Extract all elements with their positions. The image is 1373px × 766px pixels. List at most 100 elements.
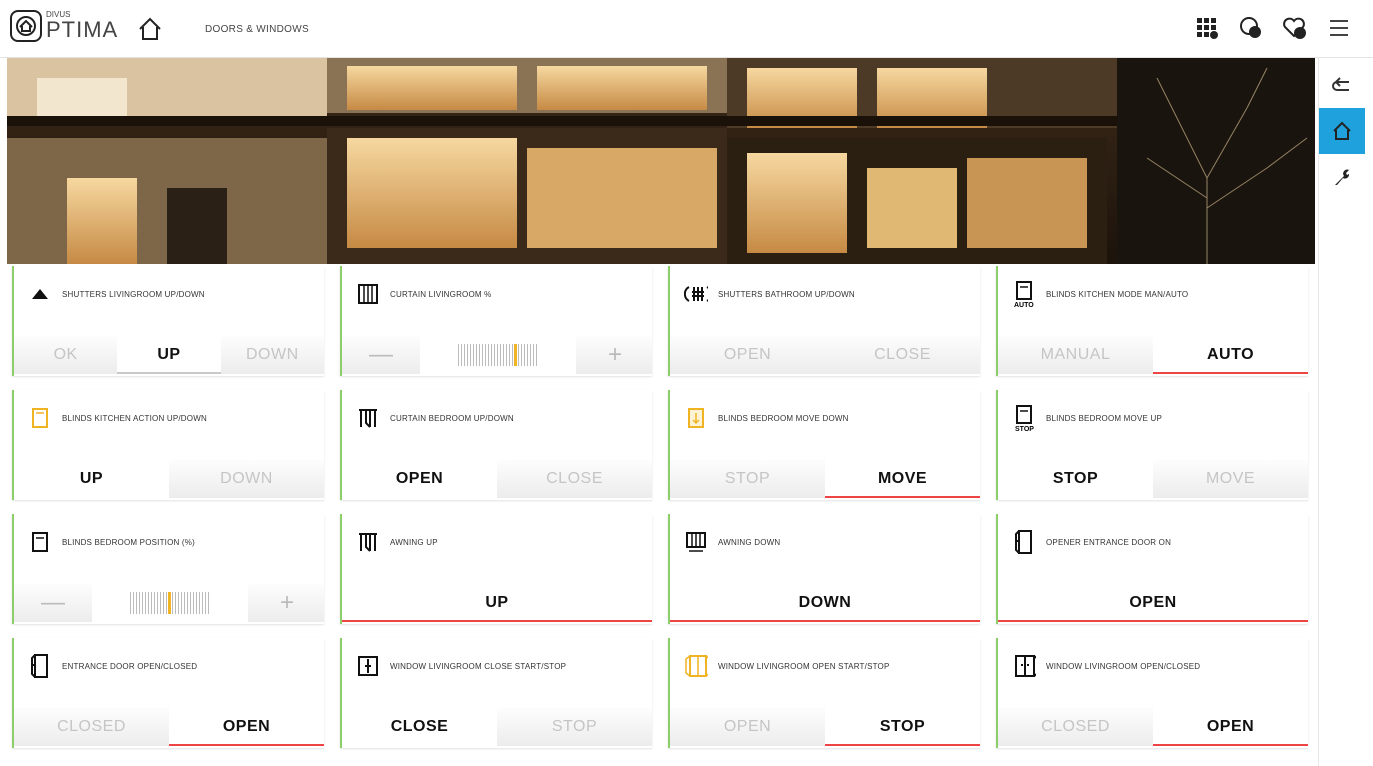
closed-button[interactable]: CLOSED <box>14 708 169 746</box>
card-awning-down: AWNING DOWN DOWN <box>668 514 980 624</box>
increase-button[interactable]: + <box>248 584 326 622</box>
favorites-icon[interactable] <box>1281 14 1309 42</box>
auto-button[interactable]: AUTO <box>1153 336 1308 374</box>
stop-button[interactable]: STOP <box>497 708 652 746</box>
card-title: OPENER ENTRANCE DOOR ON <box>1046 537 1172 547</box>
awning-icon <box>356 529 380 555</box>
curtain-bedroom-icon <box>356 405 380 431</box>
card-blinds-kitchen-mode: AUTO BLINDS KITCHEN MODE MAN/AUTO MANUAL … <box>996 266 1308 376</box>
card-shutters-livingroom: SHUTTERS LIVINGROOM UP/DOWN OK UP DOWN <box>12 266 324 376</box>
card-title: SHUTTERS BATHROOM UP/DOWN <box>718 289 855 299</box>
card-title: BLINDS BEDROOM POSITION (%) <box>62 537 195 547</box>
card-blinds-kitchen-action: BLINDS KITCHEN ACTION UP/DOWN UP DOWN <box>12 390 324 500</box>
position-slider[interactable] <box>92 584 248 622</box>
stop-button[interactable]: STOP <box>670 460 825 498</box>
card-awning-up: AWNING UP UP <box>340 514 652 624</box>
increase-button[interactable]: + <box>576 336 654 374</box>
door-icon <box>1012 529 1036 555</box>
card-title: AWNING DOWN <box>718 537 781 547</box>
home-nav-button[interactable] <box>1319 108 1365 154</box>
home-button[interactable] <box>135 14 165 44</box>
blind-stop-icon: STOP <box>1012 405 1036 432</box>
blind-move-icon <box>684 405 708 431</box>
position-slider[interactable] <box>420 336 576 374</box>
decrease-button[interactable]: — <box>342 336 420 374</box>
card-blinds-bedroom-down: BLINDS BEDROOM MOVE DOWN STOP MOVE <box>668 390 980 500</box>
card-window-open: WINDOW LIVINGROOM OPEN START/STOP OPEN S… <box>668 638 980 748</box>
card-curtain-bedroom: CURTAIN BEDROOM UP/DOWN OPEN CLOSE <box>340 390 652 500</box>
card-entrance-door: ENTRANCE DOOR OPEN/CLOSED CLOSED OPEN <box>12 638 324 748</box>
logo: DIVUS PTIMA <box>10 10 118 42</box>
window-icon <box>356 653 380 679</box>
close-button[interactable]: CLOSE <box>825 336 980 374</box>
window-double-icon <box>1012 653 1036 679</box>
curtain-icon <box>356 281 380 307</box>
move-button[interactable]: MOVE <box>825 460 980 498</box>
blind-auto-icon: AUTO <box>1012 281 1036 308</box>
wrench-icon <box>1335 169 1350 185</box>
ok-button[interactable]: OK <box>14 336 117 374</box>
up-button[interactable]: UP <box>117 336 221 374</box>
open-button[interactable]: OPEN <box>670 336 825 374</box>
down-button[interactable]: DOWN <box>169 460 324 498</box>
decrease-button[interactable]: — <box>14 584 92 622</box>
up-button[interactable]: UP <box>14 460 169 498</box>
blind-icon <box>28 405 52 431</box>
blind-position-icon <box>28 529 52 555</box>
stop-button[interactable]: STOP <box>825 708 980 746</box>
device-grid: SHUTTERS LIVINGROOM UP/DOWN OK UP DOWN C… <box>12 266 1318 766</box>
stop-button[interactable]: STOP <box>998 460 1153 498</box>
right-nav <box>1318 58 1373 766</box>
card-opener-entrance: OPENER ENTRANCE DOOR ON OPEN <box>996 514 1308 624</box>
card-title: BLINDS KITCHEN MODE MAN/AUTO <box>1046 289 1189 299</box>
open-button[interactable]: OPEN <box>670 708 825 746</box>
card-title: WINDOW LIVINGROOM OPEN START/STOP <box>718 661 890 671</box>
notification-icon[interactable] <box>1237 14 1265 42</box>
card-curtain-livingroom: CURTAIN LIVINGROOM % — + <box>340 266 652 376</box>
down-button[interactable]: DOWN <box>221 336 324 374</box>
door-icon <box>28 653 52 679</box>
close-button[interactable]: CLOSE <box>342 708 497 746</box>
manual-button[interactable]: MANUAL <box>998 336 1153 374</box>
svg-text:STOP: STOP <box>1015 426 1034 432</box>
card-shutters-bathroom: SHUTTERS BATHROOM UP/DOWN OPEN CLOSE <box>668 266 980 376</box>
card-title: SHUTTERS LIVINGROOM UP/DOWN <box>62 289 205 299</box>
card-title: WINDOW LIVINGROOM CLOSE START/STOP <box>390 661 567 671</box>
down-button[interactable]: DOWN <box>670 584 980 622</box>
back-icon <box>1332 77 1349 91</box>
settings-button[interactable] <box>1319 154 1365 200</box>
brand-name: PTIMA <box>46 17 119 42</box>
card-title: CURTAIN LIVINGROOM % <box>390 289 492 299</box>
card-blinds-bedroom-position: BLINDS BEDROOM POSITION (%) — + <box>12 514 324 624</box>
card-blinds-bedroom-up: STOP BLINDS BEDROOM MOVE UP STOP MOVE <box>996 390 1308 500</box>
scenes-grid-icon[interactable] <box>1193 14 1221 42</box>
home-icon <box>1333 121 1351 140</box>
card-title: BLINDS BEDROOM MOVE UP <box>1046 413 1162 423</box>
card-title: BLINDS KITCHEN ACTION UP/DOWN <box>62 413 207 423</box>
card-title: AWNING UP <box>390 537 438 547</box>
window-open-icon <box>684 653 708 679</box>
card-title: ENTRANCE DOOR OPEN/CLOSED <box>62 661 198 671</box>
house-night-image <box>7 58 1315 264</box>
close-button[interactable]: CLOSE <box>497 460 652 498</box>
menu-icon[interactable] <box>1325 14 1353 42</box>
card-title: BLINDS BEDROOM MOVE DOWN <box>718 413 849 423</box>
back-button[interactable] <box>1319 62 1365 108</box>
open-button[interactable]: OPEN <box>342 460 497 498</box>
open-button[interactable]: OPEN <box>1153 708 1308 746</box>
shutter-wind-icon <box>684 281 708 307</box>
awning-down-icon <box>684 529 708 555</box>
breadcrumb: DOORS & WINDOWS <box>205 24 309 35</box>
card-window-open-closed: WINDOW LIVINGROOM OPEN/CLOSED CLOSED OPE… <box>996 638 1308 748</box>
card-title: WINDOW LIVINGROOM OPEN/CLOSED <box>1046 661 1201 671</box>
up-button[interactable]: UP <box>342 584 652 622</box>
open-button[interactable]: OPEN <box>169 708 324 746</box>
home-badge-icon <box>10 10 42 42</box>
open-button[interactable]: OPEN <box>998 584 1308 622</box>
svg-text:AUTO: AUTO <box>1014 302 1034 308</box>
card-title: CURTAIN BEDROOM UP/DOWN <box>390 413 514 423</box>
card-window-close: WINDOW LIVINGROOM CLOSE START/STOP CLOSE… <box>340 638 652 748</box>
move-button[interactable]: MOVE <box>1153 460 1308 498</box>
top-bar: DIVUS PTIMA DOORS & WINDOWS <box>0 0 1373 58</box>
closed-button[interactable]: CLOSED <box>998 708 1153 746</box>
